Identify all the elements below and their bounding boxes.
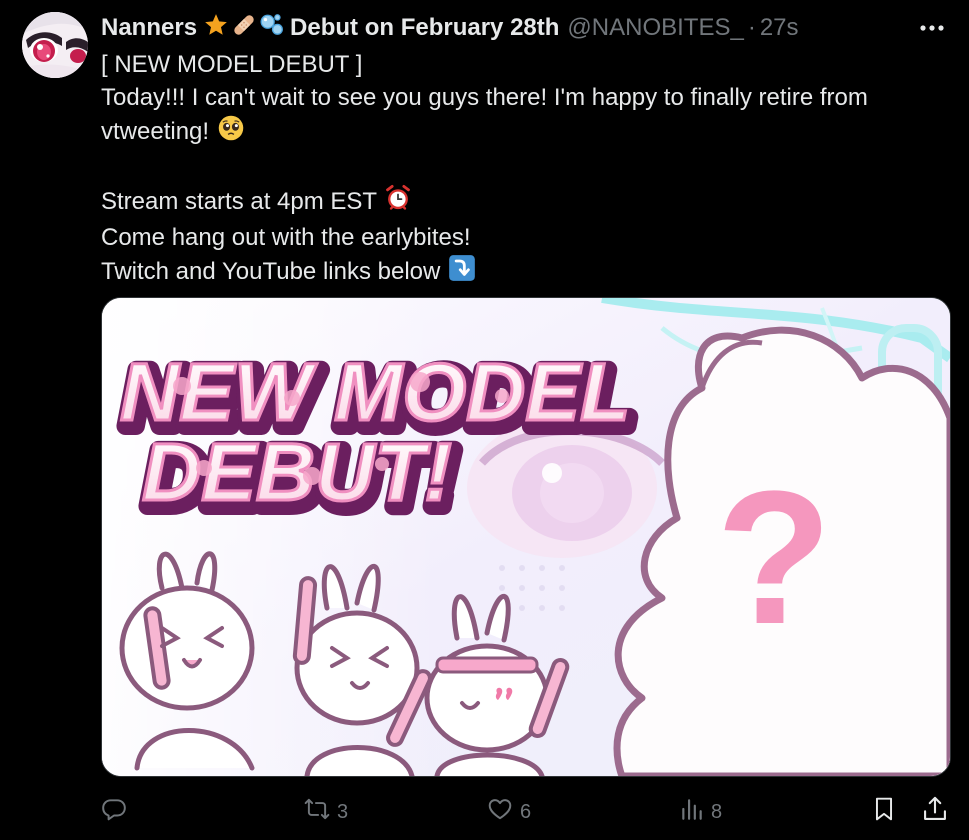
image-title-line2: DEBUT! xyxy=(142,427,452,518)
bookmark-icon xyxy=(871,795,897,829)
pleading-face-emoji xyxy=(217,114,245,152)
tweet-timestamp[interactable]: 27s xyxy=(760,14,799,42)
repost-button[interactable]: 3 xyxy=(303,792,348,832)
image-title-line1: NEW MODEL xyxy=(120,347,630,438)
bookmark-button[interactable] xyxy=(871,792,897,832)
share-button[interactable] xyxy=(921,792,949,832)
tweet-line: Twitch and YouTube links below xyxy=(101,254,941,292)
tweet-line: Stream starts at 4pm EST xyxy=(101,184,941,222)
tweet-line: Come hang out with the earlybites! xyxy=(101,223,471,251)
separator-dot: · xyxy=(747,14,756,41)
like-button[interactable]: 6 xyxy=(486,792,531,832)
heart-icon xyxy=(486,796,514,828)
tweet[interactable]: Nanners Debut on February 28th @NANOBITE… xyxy=(0,0,969,840)
star-emoji xyxy=(203,12,229,45)
bubbles-emoji xyxy=(259,12,285,45)
more-button[interactable] xyxy=(915,14,949,42)
question-mark: ? xyxy=(716,452,832,664)
tweet-line: Today!!! I can't wait to see you guys th… xyxy=(101,83,868,111)
avatar[interactable] xyxy=(22,12,88,78)
more-horizontal-icon xyxy=(919,19,945,37)
like-count: 6 xyxy=(520,800,532,823)
bandage-emoji xyxy=(231,12,257,45)
views-button[interactable]: 8 xyxy=(679,792,722,832)
user-handle[interactable]: @NANOBITES_ xyxy=(567,14,743,42)
repost-icon xyxy=(303,796,331,828)
repost-count: 3 xyxy=(337,800,349,823)
tweet-line: [ NEW MODEL DEBUT ] xyxy=(101,51,363,78)
display-name[interactable]: Nanners xyxy=(101,14,197,42)
action-bar: 3 6 8 xyxy=(101,792,949,832)
views-count: 8 xyxy=(711,800,723,823)
arrow-down-right-emoji xyxy=(448,254,476,292)
tweet-image[interactable]: ? NEW MODEL NEW MODEL DEBUT! DEBUT! xyxy=(101,297,951,777)
tweet-header: Nanners Debut on February 28th @NANOBITE… xyxy=(101,12,899,44)
tweet-line: vtweeting! xyxy=(101,114,941,152)
tweet-line xyxy=(101,152,941,185)
views-icon xyxy=(679,796,705,828)
share-icon xyxy=(921,795,949,829)
alarm-clock-emoji xyxy=(384,184,412,222)
display-name-suffix[interactable]: Debut on February 28th xyxy=(290,14,559,42)
reply-button[interactable] xyxy=(101,792,133,832)
reply-icon xyxy=(101,796,127,828)
tweet-text: [ NEW MODEL DEBUT ] Today!!! I can't wai… xyxy=(101,49,941,292)
